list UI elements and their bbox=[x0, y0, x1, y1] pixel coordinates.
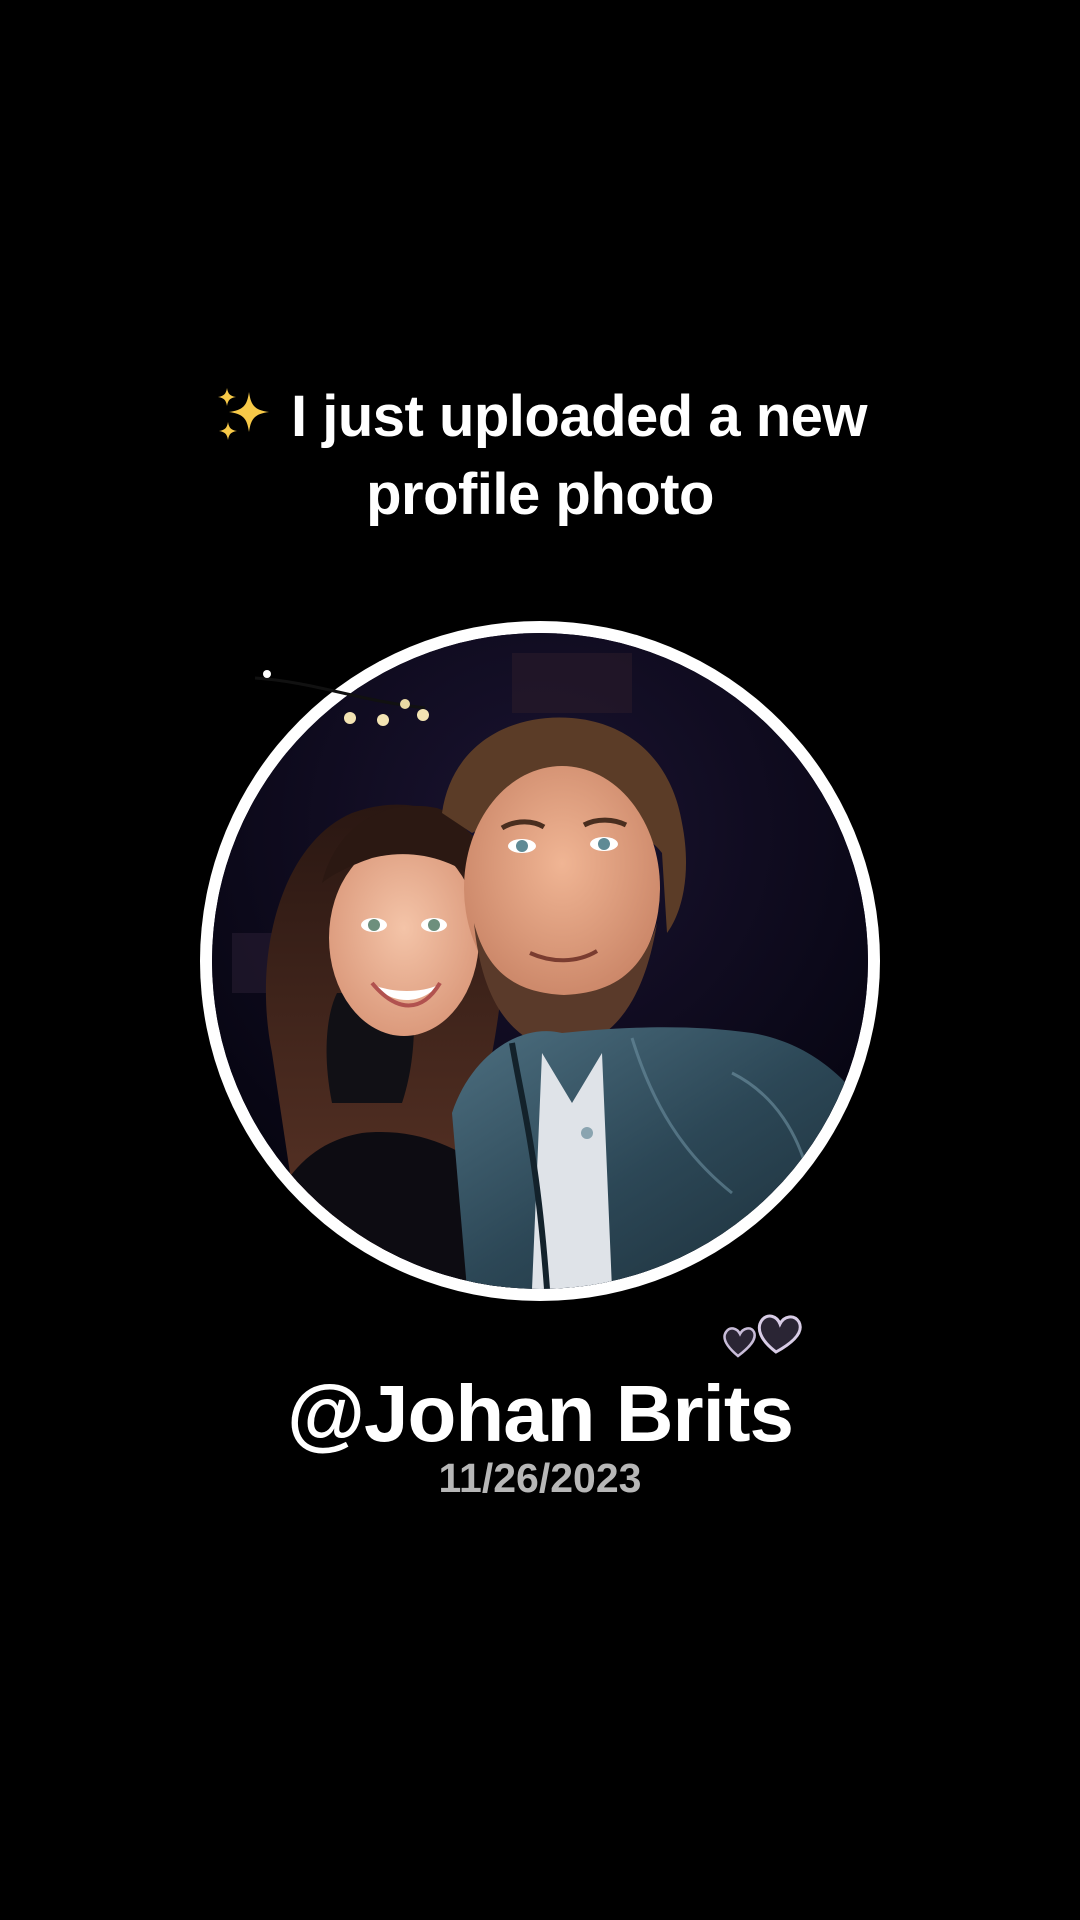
story-screen: I just uploaded a new profile photo @Joh… bbox=[0, 0, 1080, 1920]
headline-line-1: I just uploaded a new bbox=[90, 378, 990, 456]
string-lights-decoration bbox=[255, 670, 429, 726]
two-hearts-icon bbox=[723, 1314, 802, 1358]
headline-line-2: profile photo bbox=[366, 462, 714, 527]
username[interactable]: @Johan Brits bbox=[90, 1366, 990, 1462]
headline-line-1-text: I just uploaded a new bbox=[290, 384, 868, 449]
headline: I just uploaded a new profile photo bbox=[90, 378, 990, 534]
post-date: 11/26/2023 bbox=[438, 1455, 642, 1501]
sparkles-icon bbox=[217, 388, 269, 440]
